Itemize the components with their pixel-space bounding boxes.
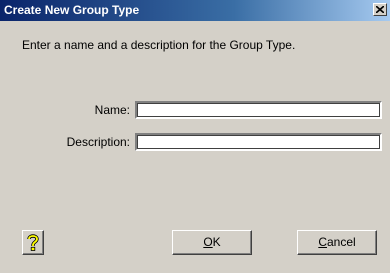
name-label: Name: <box>94 103 130 117</box>
instruction-text: Enter a name and a description for the G… <box>22 38 296 52</box>
description-label: Description: <box>66 135 130 149</box>
cancel-button[interactable]: Cancel <box>297 230 377 255</box>
cancel-label-rest: ancel <box>326 235 356 249</box>
ok-mnemonic: O <box>203 235 213 249</box>
question-mark-icon <box>27 234 39 251</box>
window-title: Create New Group Type <box>4 3 140 17</box>
create-group-type-dialog: Create New Group Type Enter a name and a… <box>0 0 390 273</box>
name-field[interactable] <box>135 101 382 119</box>
help-button[interactable] <box>22 230 44 255</box>
ok-button[interactable]: OK <box>172 230 252 255</box>
ok-label-rest: K <box>212 235 221 249</box>
close-button[interactable] <box>373 3 387 16</box>
title-bar[interactable]: Create New Group Type <box>0 0 390 21</box>
cancel-mnemonic: C <box>318 235 327 249</box>
description-field[interactable] <box>135 133 382 151</box>
close-icon <box>376 6 384 13</box>
